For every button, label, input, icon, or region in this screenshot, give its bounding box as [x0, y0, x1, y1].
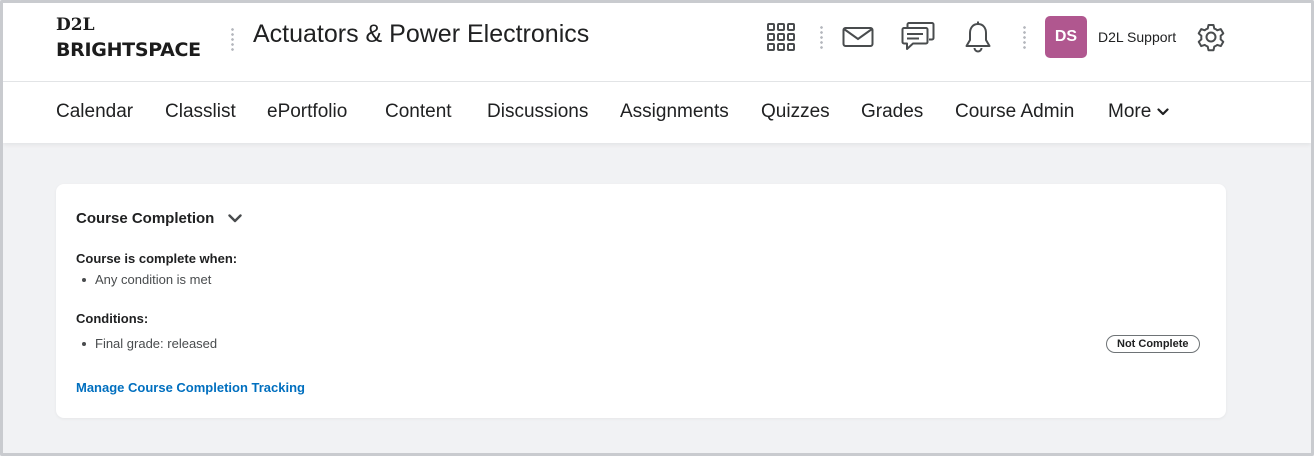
gear-icon [1197, 24, 1225, 52]
logo-brightspace-text: BRIGHTSPACE [56, 39, 201, 61]
top-header: D2L BRIGHTSPACE Actuators & Power Electr… [3, 3, 1311, 82]
brightspace-logo[interactable]: D2L BRIGHTSPACE [56, 15, 216, 65]
complete-when-text: Any condition is met [95, 272, 212, 287]
conditions-label: Conditions: [76, 311, 149, 326]
settings-button[interactable] [1191, 17, 1231, 57]
discussions-button[interactable] [898, 17, 938, 57]
course-navbar: Calendar Classlist ePortfolio Content Di… [3, 82, 1311, 143]
bullet-dot [82, 277, 86, 282]
nav-grades[interactable]: Grades [861, 101, 923, 123]
nav-assignments[interactable]: Assignments [620, 101, 729, 123]
nav-discussions[interactable]: Discussions [487, 101, 588, 123]
nav-quizzes[interactable]: Quizzes [761, 101, 830, 123]
nav-course-admin[interactable]: Course Admin [955, 101, 1074, 123]
nav-eportfolio[interactable]: ePortfolio [267, 101, 347, 123]
course-completion-header[interactable]: Course Completion [76, 210, 243, 227]
status-badge: Not Complete [1106, 335, 1200, 353]
card-title: Course Completion [76, 210, 215, 227]
header-separator [1023, 25, 1026, 49]
user-name[interactable]: D2L Support [1098, 29, 1176, 45]
list-item: Any condition is met [82, 272, 211, 287]
nav-more-button[interactable]: More [1108, 101, 1169, 123]
messages-button[interactable] [838, 17, 878, 57]
nav-more-label: More [1108, 101, 1152, 122]
nav-classlist[interactable]: Classlist [165, 101, 236, 123]
bullet-dot [82, 341, 86, 346]
course-title[interactable]: Actuators & Power Electronics [253, 20, 589, 49]
logo-d2l-text: D2L [56, 15, 95, 35]
apps-grid-icon [767, 23, 795, 51]
condition-text: Final grade: released [95, 336, 218, 351]
chat-icon [901, 22, 935, 50]
nav-content[interactable]: Content [385, 101, 452, 123]
chevron-down-icon [1157, 108, 1169, 116]
list-item: Final grade: released [82, 336, 217, 351]
mail-icon [842, 27, 874, 47]
header-separator [820, 25, 823, 49]
bell-icon [965, 21, 991, 53]
chevron-down-icon [228, 214, 243, 223]
complete-when-label: Course is complete when: [76, 251, 238, 266]
nav-calendar[interactable]: Calendar [56, 101, 133, 123]
manage-completion-link[interactable]: Manage Course Completion Tracking [76, 380, 305, 395]
user-avatar[interactable]: DS [1045, 16, 1087, 58]
apps-grid-button[interactable] [761, 17, 801, 57]
course-completion-card: Course Completion Course is complete whe… [56, 184, 1226, 418]
header-separator [231, 27, 234, 51]
notifications-button[interactable] [958, 17, 998, 57]
